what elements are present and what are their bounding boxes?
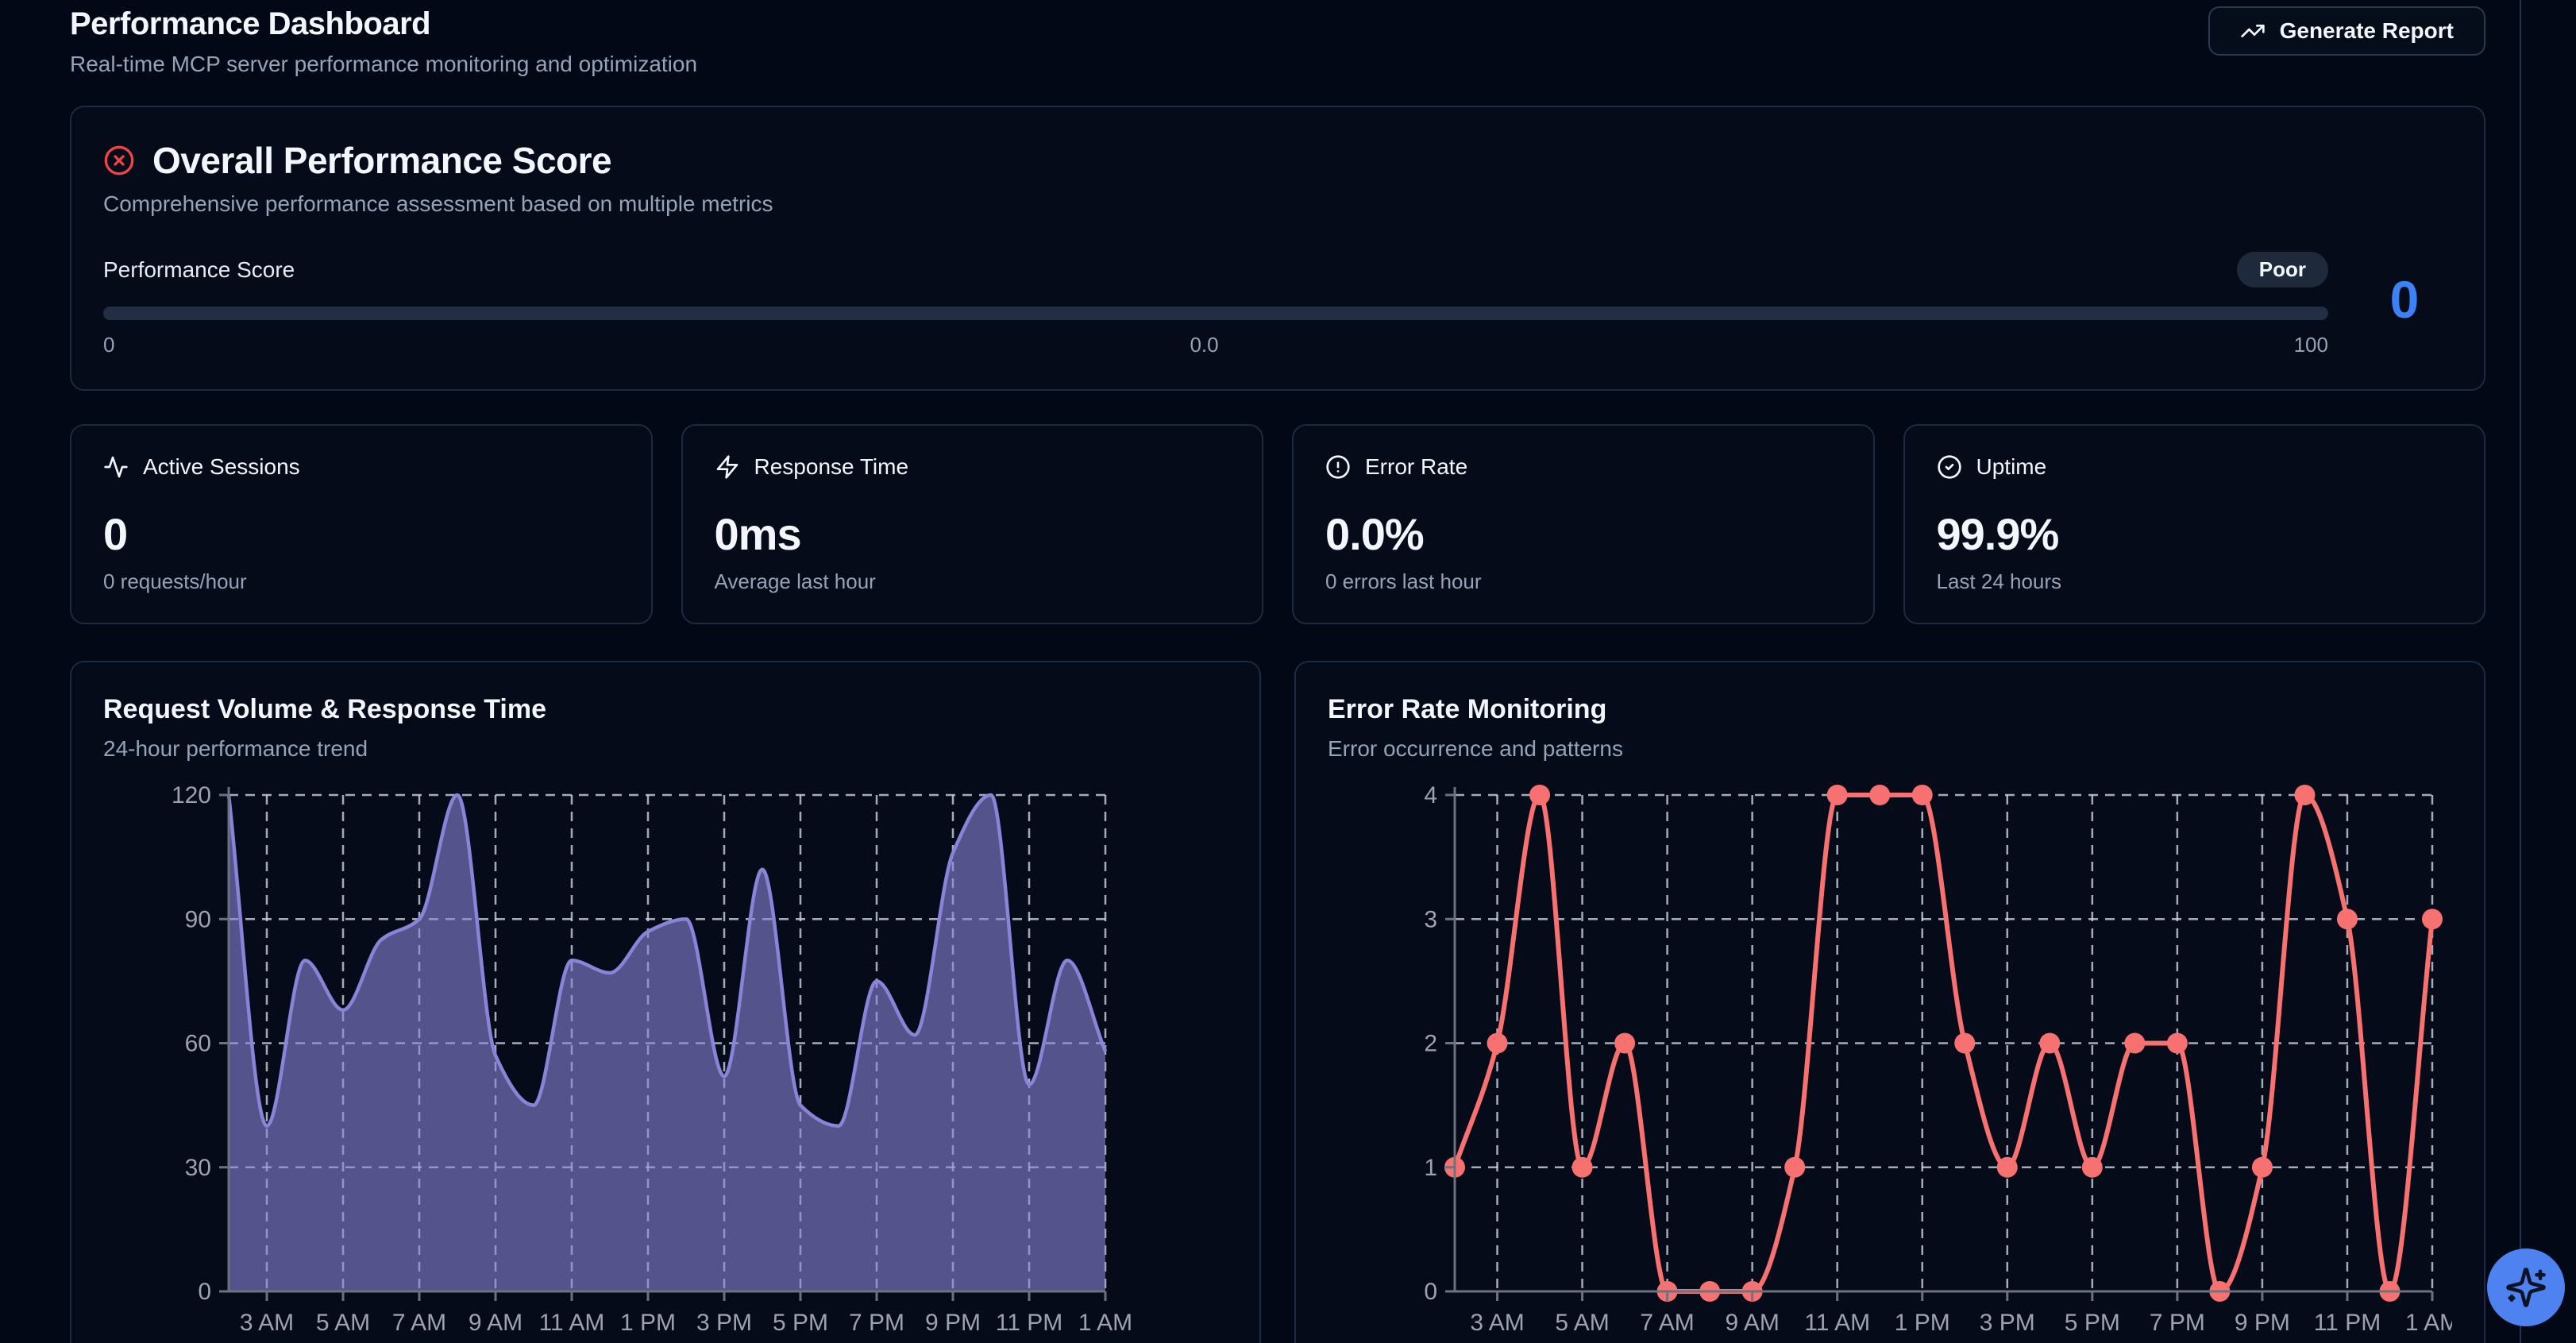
svg-text:5 PM: 5 PM: [2065, 1310, 2120, 1336]
metric-subtitle: Average last hour: [715, 569, 1231, 594]
svg-text:5 AM: 5 AM: [1555, 1310, 1609, 1336]
trending-up-icon: [2240, 18, 2266, 44]
score-progress-track: [103, 307, 2328, 320]
metrics-row: Active Sessions 0 0 requests/hour Respon…: [70, 424, 2485, 624]
svg-text:9 PM: 9 PM: [2235, 1310, 2290, 1336]
svg-text:9 AM: 9 AM: [469, 1310, 523, 1336]
svg-text:0: 0: [1424, 1279, 1437, 1305]
page-title: Performance Dashboard: [70, 6, 697, 42]
metric-value: 0.0%: [1325, 508, 1841, 560]
svg-text:3: 3: [1424, 906, 1437, 932]
svg-text:4: 4: [1424, 782, 1437, 809]
metric-title: Error Rate: [1365, 454, 1467, 480]
svg-text:11 PM: 11 PM: [996, 1310, 1062, 1336]
chart-subtitle: Error occurrence and patterns: [1328, 736, 2452, 762]
response-time-card: Response Time 0ms Average last hour: [681, 424, 1264, 624]
svg-text:1: 1: [1424, 1155, 1437, 1181]
svg-text:7 AM: 7 AM: [1640, 1310, 1694, 1336]
main-content: Performance Dashboard Real-time MCP serv…: [70, 0, 2485, 1343]
svg-text:11 PM: 11 PM: [2314, 1310, 2381, 1336]
score-min-label: 0: [103, 333, 114, 357]
score-max-label: 100: [2294, 333, 2328, 357]
metric-title: Uptime: [1976, 454, 2047, 480]
overall-score-value: 0: [2357, 245, 2452, 330]
overall-score-subtitle: Comprehensive performance assessment bas…: [103, 191, 2452, 217]
performance-score-label: Performance Score: [103, 257, 295, 283]
ai-assistant-fab[interactable]: [2487, 1248, 2565, 1326]
svg-text:1 PM: 1 PM: [620, 1310, 676, 1336]
overall-score-title: Overall Performance Score: [152, 139, 611, 182]
svg-text:11 AM: 11 AM: [539, 1310, 605, 1336]
metric-value: 99.9%: [1937, 508, 2453, 560]
svg-text:1 AM: 1 AM: [1078, 1310, 1132, 1336]
svg-text:7 PM: 7 PM: [2150, 1310, 2205, 1336]
chart-title: Request Volume & Response Time: [103, 694, 1228, 725]
zap-icon: [715, 454, 740, 480]
svg-text:7 PM: 7 PM: [849, 1310, 904, 1336]
activity-icon: [103, 454, 129, 480]
overall-score-card: Overall Performance Score Comprehensive …: [70, 106, 2485, 391]
svg-text:2: 2: [1424, 1031, 1437, 1057]
performance-status-badge: Poor: [2237, 252, 2328, 288]
request-volume-chart: 0 30 60 90 120 3 AM 5 AM 7 AM 9 AM 11 AM 1 PM 3 PM 5…: [103, 781, 1228, 1343]
svg-text:9 AM: 9 AM: [1725, 1310, 1779, 1336]
page-header: Performance Dashboard Real-time MCP serv…: [70, 6, 2485, 77]
metric-subtitle: 0 errors last hour: [1325, 569, 1841, 594]
svg-text:3 AM: 3 AM: [1470, 1310, 1524, 1336]
metric-title: Active Sessions: [143, 454, 300, 480]
error-rate-card: Error Rate 0.0% 0 errors last hour: [1292, 424, 1875, 624]
charts-row: Request Volume & Response Time 24-hour p…: [70, 661, 2485, 1343]
svg-text:3 PM: 3 PM: [696, 1310, 752, 1336]
metric-value: 0ms: [715, 508, 1231, 560]
metric-title: Response Time: [754, 454, 909, 480]
metric-subtitle: Last 24 hours: [1937, 569, 2453, 594]
error-rate-chart: 0 1 2 3 4 3 AM 5 AM 7 AM 9 AM 11 AM 1 PM 3 PM 5 PM 7 …: [1328, 781, 2452, 1343]
metric-value: 0: [103, 508, 619, 560]
generate-report-label: Generate Report: [2280, 18, 2454, 44]
svg-text:0: 0: [198, 1279, 211, 1305]
generate-report-button[interactable]: Generate Report: [2208, 6, 2485, 56]
svg-text:5 AM: 5 AM: [316, 1310, 370, 1336]
svg-text:9 PM: 9 PM: [925, 1310, 981, 1336]
chart-title: Error Rate Monitoring: [1328, 694, 2452, 725]
svg-text:30: 30: [185, 1155, 211, 1181]
score-current-label: 0.0: [1190, 333, 1218, 357]
svg-text:7 AM: 7 AM: [392, 1310, 446, 1336]
sparkles-icon: [2505, 1266, 2547, 1309]
svg-text:60: 60: [185, 1031, 211, 1057]
svg-text:5 PM: 5 PM: [773, 1310, 828, 1336]
alert-circle-icon: [1325, 454, 1351, 480]
scrollbar-divider: [2520, 0, 2521, 1343]
page-subtitle: Real-time MCP server performance monitor…: [70, 52, 697, 77]
svg-text:1 AM: 1 AM: [2405, 1310, 2452, 1336]
active-sessions-card: Active Sessions 0 0 requests/hour: [70, 424, 653, 624]
request-volume-card: Request Volume & Response Time 24-hour p…: [70, 661, 1261, 1343]
svg-text:90: 90: [185, 906, 211, 932]
svg-text:11 AM: 11 AM: [1804, 1310, 1870, 1336]
check-circle-icon: [1937, 454, 1962, 480]
error-monitoring-card: Error Rate Monitoring Error occurrence a…: [1294, 661, 2485, 1343]
svg-text:3 PM: 3 PM: [1980, 1310, 2035, 1336]
uptime-card: Uptime 99.9% Last 24 hours: [1903, 424, 2486, 624]
page-header-text: Performance Dashboard Real-time MCP serv…: [70, 6, 697, 77]
chart-subtitle: 24-hour performance trend: [103, 736, 1228, 762]
metric-subtitle: 0 requests/hour: [103, 569, 619, 594]
svg-text:120: 120: [172, 782, 211, 809]
x-circle-icon: [103, 145, 135, 176]
svg-text:3 AM: 3 AM: [240, 1310, 294, 1336]
svg-text:1 PM: 1 PM: [1895, 1310, 1950, 1336]
